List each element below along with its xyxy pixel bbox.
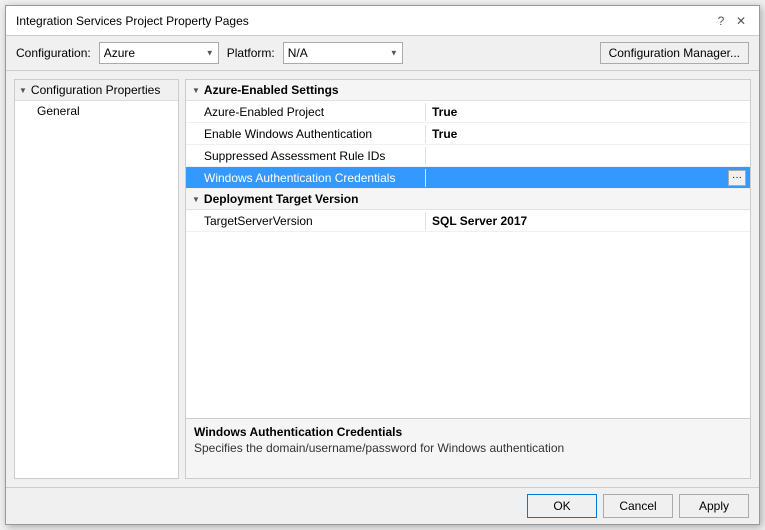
footer: OK Cancel Apply: [6, 487, 759, 524]
collapse-icon: ▼: [19, 86, 27, 95]
platform-select-wrapper: N/A: [283, 42, 403, 64]
section-collapse-icon-deployment: ▼: [192, 195, 200, 204]
configuration-manager-button[interactable]: Configuration Manager...: [600, 42, 749, 64]
platform-select[interactable]: N/A: [283, 42, 403, 64]
config-select-wrapper: Azure: [99, 42, 219, 64]
title-bar: Integration Services Project Property Pa…: [6, 6, 759, 36]
section-header-azure[interactable]: ▼ Azure-Enabled Settings: [186, 80, 750, 101]
table-row: Azure-Enabled Project True: [186, 101, 750, 123]
table-row: Suppressed Assessment Rule IDs: [186, 145, 750, 167]
description-title: Windows Authentication Credentials: [194, 425, 742, 439]
sidebar-item-general[interactable]: General: [15, 101, 178, 121]
left-panel: ▼ Configuration Properties General: [14, 79, 179, 479]
config-bar: Configuration: Azure Platform: N/A Confi…: [6, 36, 759, 71]
prop-value-windows-auth: True: [426, 125, 750, 143]
prop-name-windows-auth: Enable Windows Authentication: [186, 125, 426, 143]
title-bar-buttons: ? ✕: [713, 13, 749, 29]
cancel-button[interactable]: Cancel: [603, 494, 673, 518]
description-text: Specifies the domain/username/password f…: [194, 441, 742, 455]
prop-name-azure-enabled: Azure-Enabled Project: [186, 103, 426, 121]
section-collapse-icon-azure: ▼: [192, 86, 200, 95]
table-row: TargetServerVersion SQL Server 2017: [186, 210, 750, 232]
table-row[interactable]: Windows Authentication Credentials ···: [186, 167, 750, 189]
prop-value-suppressed: [426, 154, 750, 158]
prop-value-azure-enabled: True: [426, 103, 750, 121]
platform-label: Platform:: [227, 46, 275, 60]
prop-name-suppressed: Suppressed Assessment Rule IDs: [186, 147, 426, 165]
dialog-title: Integration Services Project Property Pa…: [16, 14, 249, 28]
prop-value-win-auth-creds: ···: [426, 176, 750, 180]
help-button[interactable]: ?: [713, 13, 729, 29]
section-header-deployment[interactable]: ▼ Deployment Target Version: [186, 189, 750, 210]
edit-credentials-button[interactable]: ···: [728, 170, 746, 186]
prop-name-target-server: TargetServerVersion: [186, 212, 426, 230]
config-select[interactable]: Azure: [99, 42, 219, 64]
main-content: ▼ Configuration Properties General ▼ Azu…: [6, 71, 759, 487]
section-title-azure: Azure-Enabled Settings: [204, 83, 339, 97]
dialog: Integration Services Project Property Pa…: [5, 5, 760, 525]
tree-header[interactable]: ▼ Configuration Properties: [15, 80, 178, 101]
tree-header-label: Configuration Properties: [31, 83, 160, 97]
config-label: Configuration:: [16, 46, 91, 60]
section-title-deployment: Deployment Target Version: [204, 192, 358, 206]
prop-name-win-auth-creds: Windows Authentication Credentials: [186, 169, 426, 187]
property-table: ▼ Azure-Enabled Settings Azure-Enabled P…: [186, 80, 750, 418]
close-button[interactable]: ✕: [733, 13, 749, 29]
ok-button[interactable]: OK: [527, 494, 597, 518]
apply-button[interactable]: Apply: [679, 494, 749, 518]
description-panel: Windows Authentication Credentials Speci…: [186, 418, 750, 478]
table-row: Enable Windows Authentication True: [186, 123, 750, 145]
right-panel: ▼ Azure-Enabled Settings Azure-Enabled P…: [185, 79, 751, 479]
prop-value-target-server: SQL Server 2017: [426, 212, 750, 230]
